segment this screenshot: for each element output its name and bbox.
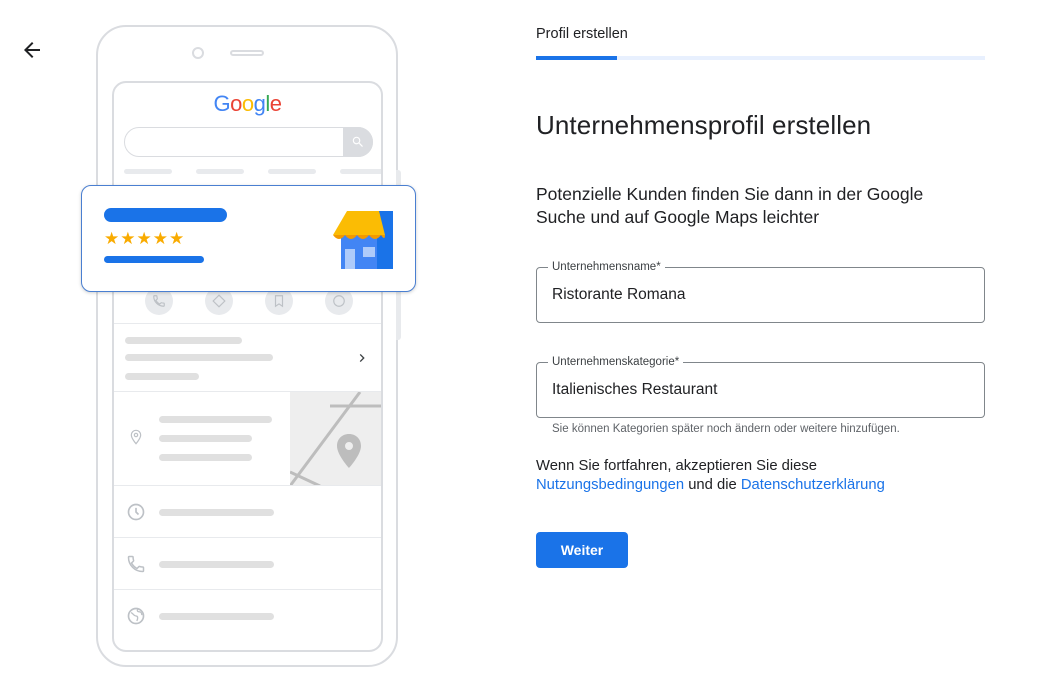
mock-website-section [114, 589, 381, 650]
clock-icon [127, 503, 145, 521]
placeholder-bar [125, 337, 242, 344]
terms-of-service-link[interactable]: Nutzungsbedingungen [536, 477, 684, 493]
placeholder-bar [125, 354, 273, 361]
arrow-back-icon [24, 42, 40, 58]
phone-screen: Google [112, 81, 383, 652]
terms-text: Wenn Sie fortfahren, akzeptieren Sie die… [536, 457, 986, 495]
category-helper-text: Sie können Kategorien später noch ändern… [552, 423, 900, 435]
mock-phone-section [114, 537, 381, 589]
phone-speaker [230, 50, 264, 56]
mock-hours-section [114, 485, 381, 537]
placeholder-bar [159, 613, 274, 620]
mock-tab [268, 169, 316, 174]
placeholder-bar [159, 435, 252, 442]
placeholder-subtitle-bar [104, 256, 204, 263]
mock-info-section [114, 323, 381, 391]
logo-letter: G [213, 91, 231, 116]
step-title: Profil erstellen [536, 26, 628, 42]
search-icon [352, 136, 363, 147]
business-category-label: Unternehmenskategorie* [548, 355, 684, 369]
business-card-illustration: ★★★★★ [81, 185, 416, 292]
map-roads [290, 392, 381, 486]
mock-address-section [114, 391, 381, 486]
chevron-right-icon [359, 354, 365, 362]
business-category-field[interactable]: Unternehmenskategorie* [536, 355, 985, 418]
logo-letter: e [269, 91, 282, 116]
placeholder-bar [159, 561, 274, 568]
mock-search-bar [124, 127, 373, 157]
back-button[interactable] [20, 38, 44, 62]
business-name-label: Unternehmensname* [548, 260, 665, 274]
mock-tab [124, 169, 172, 174]
placeholder-bar [159, 454, 252, 461]
globe-icon [127, 607, 145, 625]
mock-tab [340, 169, 381, 174]
phone-camera [192, 47, 204, 59]
business-name-field[interactable]: Unternehmensname* [536, 260, 985, 323]
progress-bar-fill [536, 56, 617, 60]
placeholder-bar [159, 509, 274, 516]
page-title: Unternehmensprofil erstellen [536, 110, 872, 140]
location-pin-icon [130, 429, 142, 445]
intro-text: Potenzielle Kunden finden Sie dann in de… [536, 184, 924, 227]
logo-letter: o [241, 91, 254, 116]
business-category-input[interactable] [552, 381, 972, 399]
logo-letter: g [253, 91, 266, 116]
business-name-input[interactable] [552, 286, 972, 304]
mock-tabs [124, 169, 381, 175]
store-icon [333, 211, 393, 269]
placeholder-bar [159, 416, 272, 423]
mock-map [290, 392, 381, 486]
mock-tab [196, 169, 244, 174]
progress-bar [536, 56, 985, 60]
logo-letter: o [230, 91, 242, 116]
placeholder-bar [125, 373, 199, 380]
mock-search-button [343, 127, 373, 157]
placeholder-title-bar [104, 208, 227, 222]
terms-prefix: Wenn Sie fortfahren, akzeptieren Sie die… [536, 458, 818, 474]
continue-button[interactable]: Weiter [536, 532, 628, 568]
terms-connector: und die [684, 477, 741, 493]
star-rating: ★★★★★ [104, 229, 186, 249]
google-logo: Google [114, 91, 381, 117]
privacy-policy-link[interactable]: Datenschutzerklärung [741, 477, 885, 493]
phone-icon [127, 555, 145, 573]
